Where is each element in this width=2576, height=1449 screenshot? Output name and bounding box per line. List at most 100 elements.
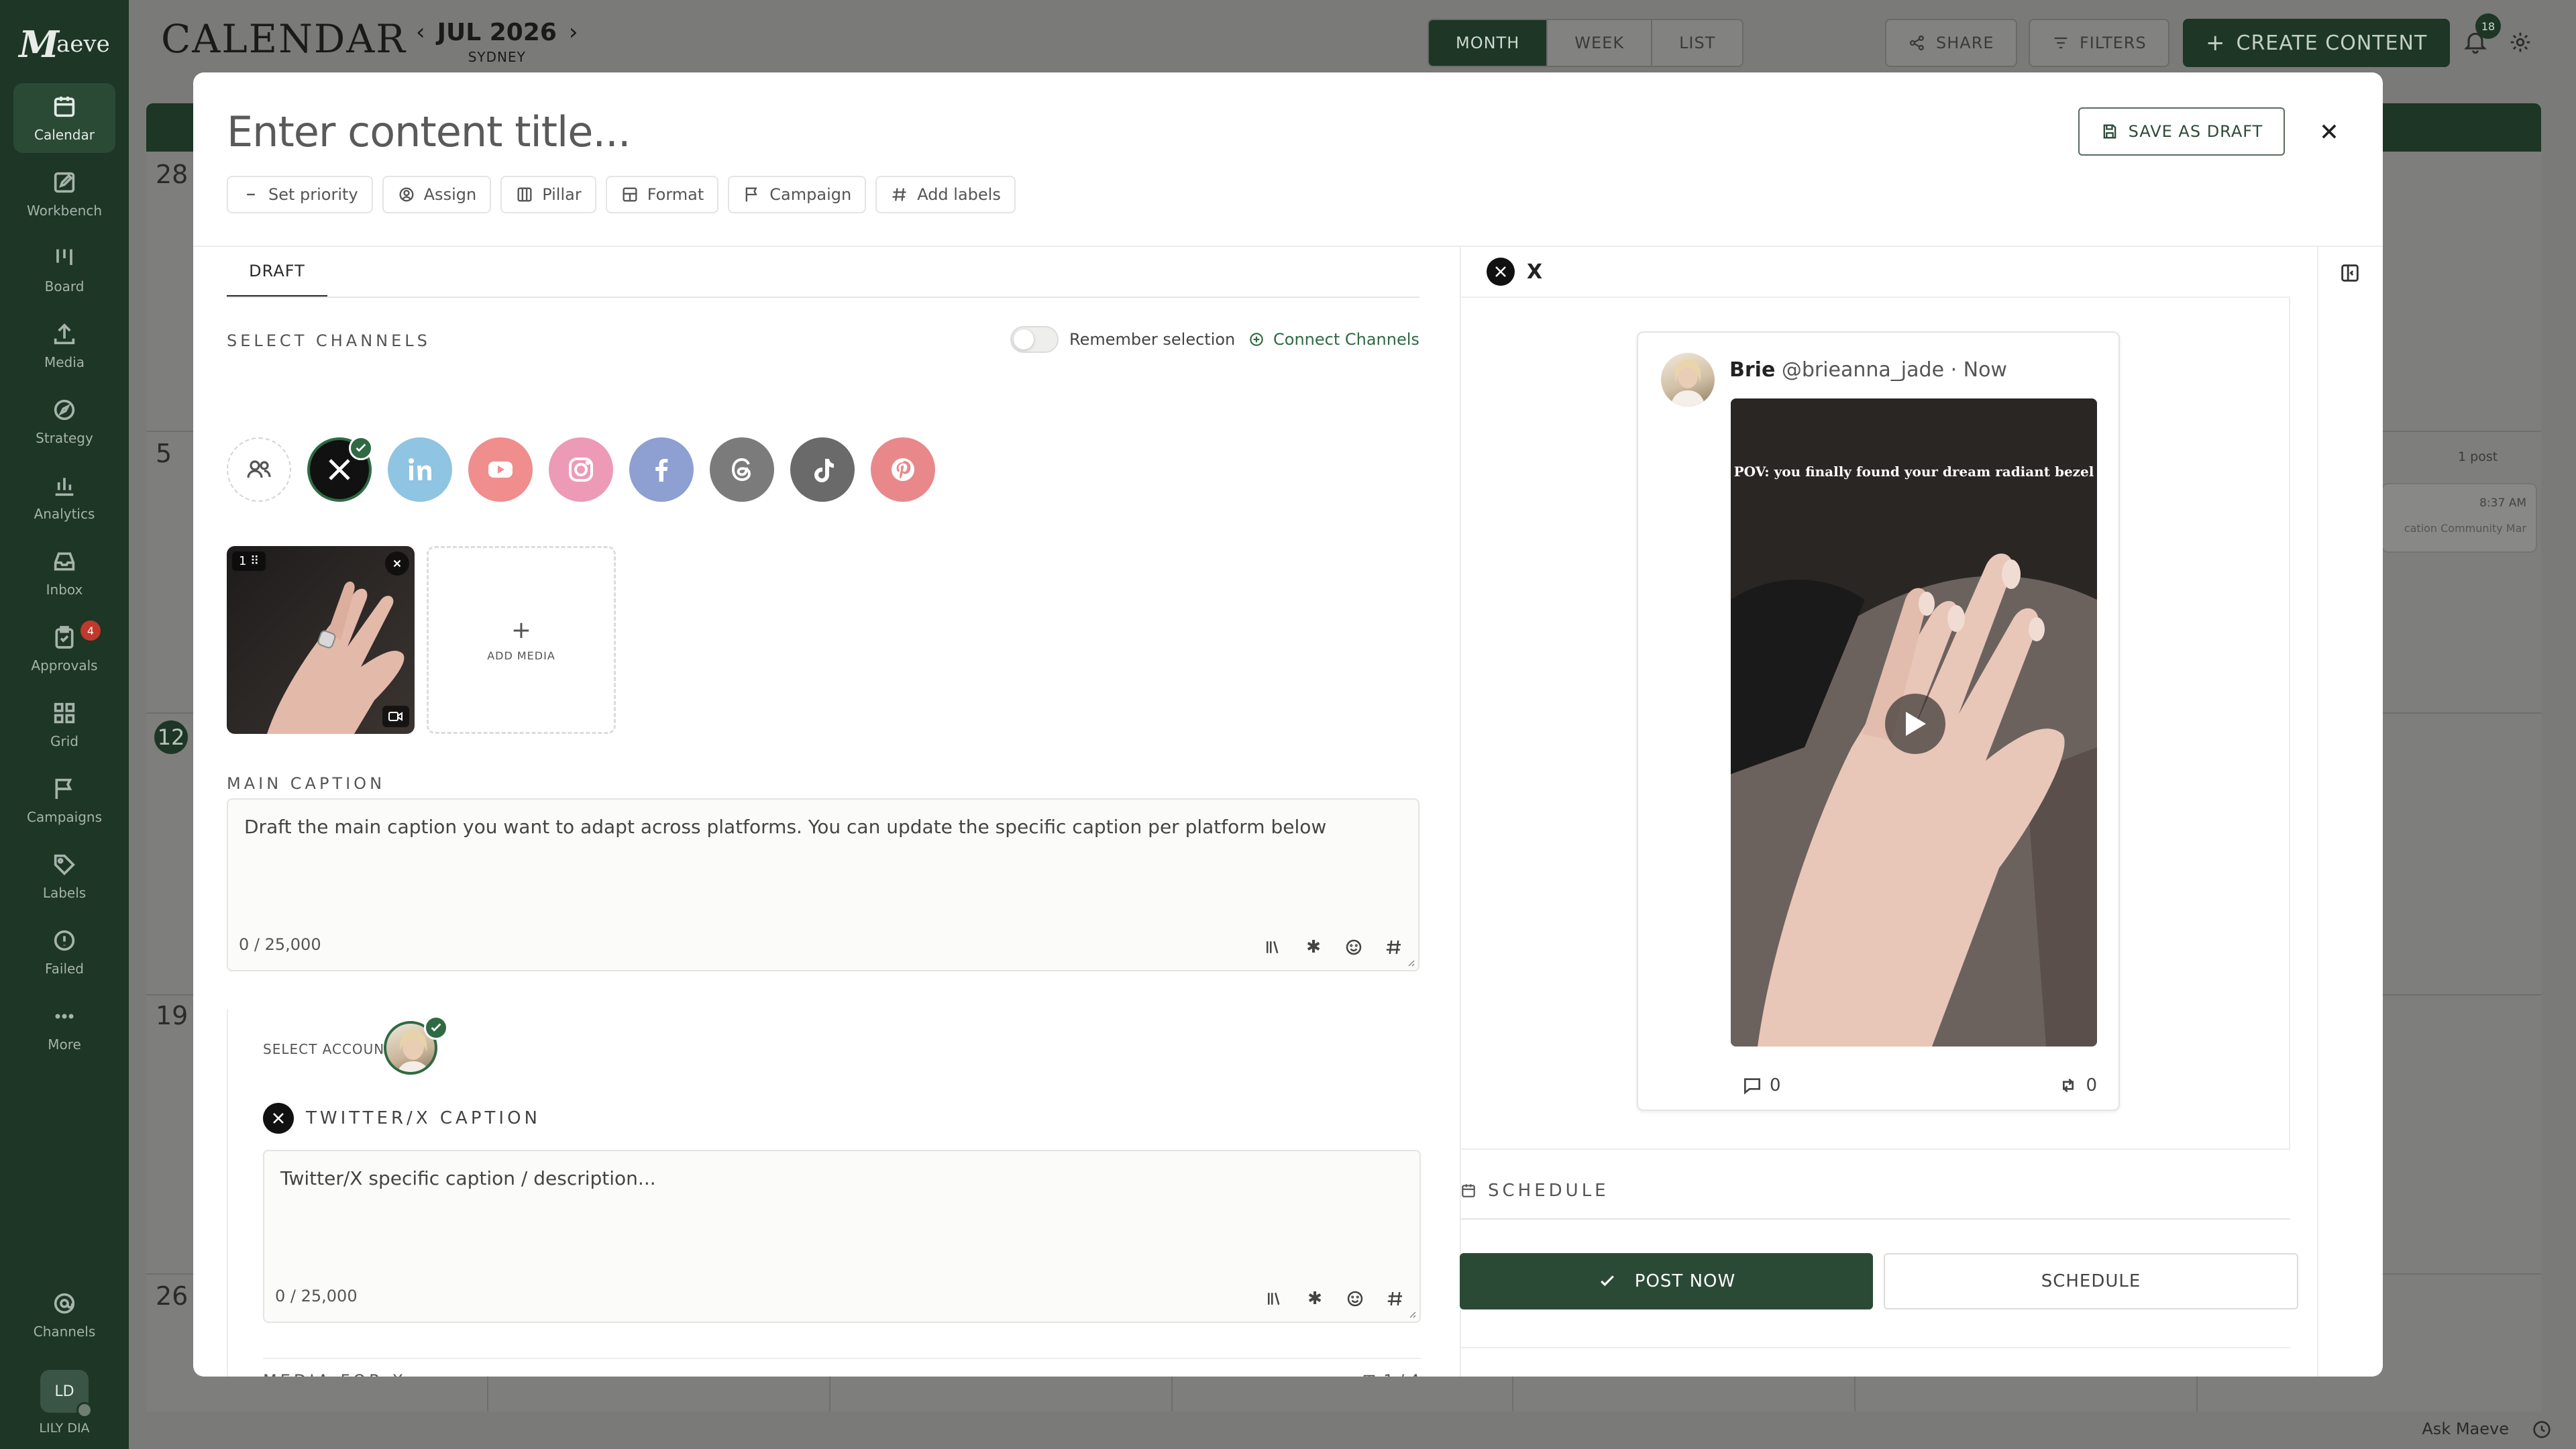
- channel-threads[interactable]: [710, 437, 774, 502]
- app-logo[interactable]: M aeve: [19, 23, 110, 66]
- media-order-handle[interactable]: 1 ⠿: [232, 551, 266, 571]
- sidebar-item-analytics[interactable]: Analytics: [13, 462, 115, 532]
- day-cell-number[interactable]: 26: [156, 1281, 188, 1311]
- channel-tiktok[interactable]: [790, 437, 855, 502]
- sidebar-item-strategy[interactable]: Strategy: [13, 386, 115, 456]
- add-media-label: ADD MEDIA: [487, 649, 555, 662]
- day-cell-number[interactable]: 28: [156, 160, 188, 189]
- post-now-button[interactable]: POST NOW: [1460, 1253, 1873, 1309]
- calendar-icon: [1462, 1184, 1475, 1197]
- ask-maeve-button[interactable]: Ask Maeve: [2422, 1419, 2509, 1438]
- add-media-button[interactable]: + ADD MEDIA: [427, 546, 616, 734]
- main-caption-field[interactable]: Draft the main caption you want to adapt…: [227, 798, 1419, 971]
- tweet-media[interactable]: POV: you finally found your dream radian…: [1731, 398, 2097, 1046]
- view-month-button[interactable]: MONTH: [1429, 20, 1548, 66]
- day-cell-number[interactable]: 5: [156, 439, 172, 468]
- tab-underline: [227, 297, 1419, 298]
- sidebar-item-labels[interactable]: Labels: [13, 841, 115, 911]
- format-chip[interactable]: Format: [605, 176, 719, 213]
- sidebar-item-label: Approvals: [31, 657, 98, 674]
- tab-draft[interactable]: DRAFT: [227, 247, 327, 298]
- remove-media-button[interactable]: [385, 551, 409, 576]
- today-day-number[interactable]: 12: [154, 720, 188, 754]
- chip-label: Format: [647, 185, 704, 204]
- chevron-left-icon[interactable]: ‹: [416, 19, 425, 46]
- check-icon: [1600, 1275, 1614, 1287]
- ai-sparkle-icon[interactable]: ✱: [1304, 1288, 1326, 1309]
- x-logo-icon: [329, 459, 350, 480]
- channel-youtube[interactable]: [468, 437, 533, 502]
- sidebar-item-campaigns[interactable]: Campaigns: [13, 765, 115, 835]
- video-icon: [382, 706, 409, 727]
- sidebar-item-failed[interactable]: Failed: [13, 917, 115, 987]
- sidebar-item-board[interactable]: Board: [13, 235, 115, 305]
- share-button[interactable]: SHARE: [1885, 19, 2017, 67]
- sidebar-item-more[interactable]: More: [13, 993, 115, 1063]
- add-labels-chip[interactable]: Add labels: [875, 176, 1016, 213]
- select-channels-label: SELECT CHANNELS: [227, 331, 431, 350]
- x-caption-field[interactable]: Twitter/X specific caption / description…: [263, 1150, 1421, 1323]
- sidebar-item-label: Failed: [44, 961, 85, 977]
- sidebar-item-media[interactable]: Media: [13, 311, 115, 380]
- campaign-chip[interactable]: Campaign: [728, 176, 867, 213]
- user-name: LILY DIA: [39, 1421, 90, 1436]
- sidebar-item-grid[interactable]: Grid: [13, 690, 115, 759]
- content-title-input[interactable]: Enter content title...: [227, 107, 631, 156]
- save-as-draft-button[interactable]: SAVE AS DRAFT: [2078, 107, 2285, 156]
- set-priority-chip[interactable]: Set priority: [227, 176, 373, 213]
- sidebar-collapse-icon[interactable]: [2339, 262, 2361, 284]
- play-button[interactable]: [1885, 694, 1945, 754]
- channel-instagram[interactable]: [549, 437, 613, 502]
- sidebar-item-calendar[interactable]: Calendar: [13, 83, 115, 153]
- remember-selection-toggle[interactable]: [1010, 326, 1059, 353]
- sidebar-item-label: More: [48, 1036, 81, 1053]
- view-switcher: MONTH WEEK LIST: [1428, 19, 1744, 67]
- tiktok-icon: [814, 459, 834, 482]
- hashtag-icon[interactable]: [1383, 936, 1405, 958]
- schedule-button[interactable]: SCHEDULE: [1884, 1253, 2298, 1309]
- history-icon[interactable]: [2530, 1418, 2553, 1441]
- chevron-right-icon[interactable]: ›: [569, 19, 578, 46]
- resize-handle-icon[interactable]: [1406, 1308, 1417, 1319]
- channel-x[interactable]: [307, 436, 373, 502]
- compass-icon: [54, 399, 75, 421]
- channel-group-button[interactable]: [227, 437, 291, 502]
- close-icon[interactable]: [2314, 117, 2344, 146]
- linkedin-icon: [409, 458, 431, 480]
- current-month[interactable]: JUL 2026: [437, 19, 557, 46]
- channel-pinterest[interactable]: [871, 437, 935, 502]
- channel-linkedin[interactable]: [388, 437, 452, 502]
- pillar-chip[interactable]: Pillar: [500, 176, 596, 213]
- sidebar-item-approvals[interactable]: Approvals 4: [13, 614, 115, 684]
- calendar-event[interactable]: 8:37 AM cation Community Mar: [2381, 483, 2537, 553]
- library-icon[interactable]: [1263, 936, 1284, 958]
- select-accounts-label: SELECT ACCOUNTS: [263, 1041, 403, 1057]
- create-content-button[interactable]: + CREATE CONTENT: [2183, 19, 2451, 67]
- resize-handle-icon[interactable]: [1405, 957, 1415, 967]
- library-icon[interactable]: [1264, 1288, 1285, 1309]
- filters-button[interactable]: FILTERS: [2029, 19, 2169, 67]
- assign-chip[interactable]: Assign: [382, 176, 492, 213]
- caption-toolbar: ✱: [1244, 936, 1405, 958]
- main-caption-placeholder: Draft the main caption you want to adapt…: [244, 816, 1327, 838]
- user-avatar[interactable]: LD: [40, 1370, 93, 1418]
- view-list-button[interactable]: LIST: [1652, 20, 1742, 66]
- ai-sparkle-icon[interactable]: ✱: [1303, 936, 1324, 958]
- emoji-icon[interactable]: [1344, 1288, 1366, 1309]
- sidebar-item-workbench[interactable]: Workbench: [13, 159, 115, 229]
- connect-channels-link[interactable]: Connect Channels: [1248, 330, 1419, 349]
- hashtag-icon[interactable]: [1385, 1288, 1406, 1309]
- emoji-icon[interactable]: [1343, 936, 1364, 958]
- view-week-button[interactable]: WEEK: [1548, 20, 1653, 66]
- day-cell-number[interactable]: 19: [156, 1001, 188, 1030]
- gear-icon[interactable]: [2508, 30, 2533, 55]
- check-icon: [356, 443, 366, 452]
- notification-badge: 18: [2475, 13, 2501, 39]
- sidebar-item-inbox[interactable]: Inbox: [13, 538, 115, 608]
- sidebar-item-channels[interactable]: Channels: [13, 1280, 115, 1350]
- clipboard-check-icon: [55, 626, 74, 649]
- media-thumbnail[interactable]: 1 ⠿: [227, 546, 415, 734]
- channel-facebook[interactable]: [629, 437, 694, 502]
- hash-icon: [892, 188, 906, 201]
- media-index: 1: [239, 554, 247, 568]
